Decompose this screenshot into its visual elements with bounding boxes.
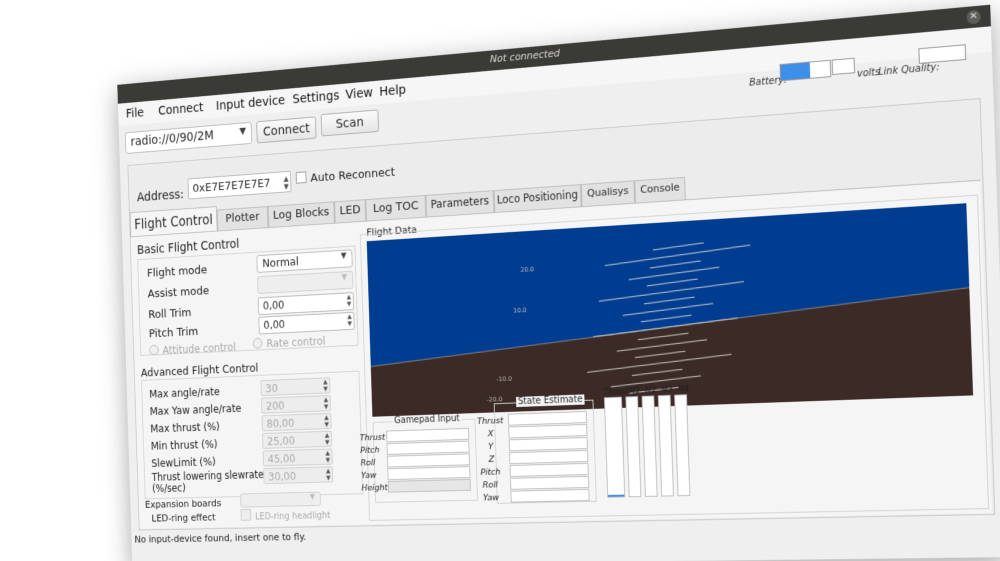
thrust-lowering-value: 30,00 xyxy=(268,470,296,483)
motor-m3-label: M3 xyxy=(661,385,673,395)
led-ring-headlight-checkbox[interactable]: LED-ring headlight xyxy=(241,507,331,522)
state-yaw-label: Yaw xyxy=(483,493,499,503)
state-z-field xyxy=(509,450,588,464)
pitch-label-down10: -10.0 xyxy=(496,375,512,383)
address-label: Address: xyxy=(137,188,184,205)
motor-m4-label: M4 xyxy=(677,385,689,395)
pitch-trim-value: 0,00 xyxy=(263,318,285,331)
thrust-lowering-input[interactable]: 30,00 ▲ ▼ xyxy=(263,466,333,484)
menu-file[interactable]: File xyxy=(126,106,144,121)
slew-limit-value: 45,00 xyxy=(268,452,296,465)
state-roll-field xyxy=(510,476,589,490)
motor-thrust-fill xyxy=(608,495,624,497)
motor-m2-label: M2 xyxy=(645,386,657,396)
gamepad-height-label: Height xyxy=(361,483,387,493)
max-thrust-input[interactable]: 80,00 ▲ ▼ xyxy=(262,413,332,431)
min-thrust-value: 25,00 xyxy=(267,435,295,448)
link-quality-label: Link Quality: xyxy=(878,62,940,78)
chevron-down-icon: ▼ xyxy=(310,493,315,501)
spin-arrows-icon: ▲ ▼ xyxy=(284,175,289,191)
led-ring-effect-label: LED-ring effect xyxy=(151,512,215,525)
gamepad-pitch-label: Pitch xyxy=(360,445,380,455)
motor-thrust-bar xyxy=(604,397,625,498)
spin-arrows-icon: ▲ ▼ xyxy=(347,313,352,328)
volts-label: volts xyxy=(857,67,880,80)
motor-m1-label: M1 xyxy=(629,387,641,397)
auto-reconnect-checkbox[interactable]: Auto Reconnect xyxy=(296,165,396,187)
flight-mode-value: Normal xyxy=(262,254,299,269)
max-angle-input[interactable]: 30 ▲ ▼ xyxy=(260,377,330,396)
uri-select[interactable]: radio://0/90/2M ▼ xyxy=(125,122,252,154)
connect-button[interactable]: Connect xyxy=(256,116,316,143)
link-quality-bar xyxy=(918,44,966,64)
slew-limit-input[interactable]: 45,00 ▲ ▼ xyxy=(263,448,333,466)
auto-reconnect-label: Auto Reconnect xyxy=(310,166,395,186)
battery-fill xyxy=(781,63,811,81)
state-yaw-field xyxy=(510,489,589,503)
menu-settings[interactable]: Settings xyxy=(292,89,339,107)
min-thrust-label: Min thrust (%) xyxy=(151,438,218,452)
menu-connect[interactable]: Connect xyxy=(158,101,204,119)
expansion-boards-label: Expansion boards xyxy=(145,497,221,510)
attitude-control-label: Attitude control xyxy=(162,341,236,357)
pitch-label-up10: 10.0 xyxy=(513,306,527,314)
gamepad-yaw-label: Yaw xyxy=(361,470,377,480)
pitch-trim-label: Pitch Trim xyxy=(149,325,199,340)
gamepad-roll-label: Roll xyxy=(361,458,376,468)
chevron-down-icon: ▼ xyxy=(239,125,246,137)
max-thrust-label: Max thrust (%) xyxy=(150,420,220,435)
state-thrust-label: Thrust xyxy=(477,416,503,427)
expansion-boards-select[interactable]: ▼ xyxy=(240,492,321,508)
min-thrust-input[interactable]: 25,00 ▲ ▼ xyxy=(262,431,332,449)
scan-button[interactable]: Scan xyxy=(321,109,379,136)
state-y-field xyxy=(509,437,588,451)
gamepad-thrust-label: Thrust xyxy=(360,432,386,443)
led-ring-headlight-label: LED-ring headlight xyxy=(255,511,331,522)
state-z-label: Z xyxy=(489,454,495,464)
state-x-label: X xyxy=(488,429,494,439)
state-roll-label: Roll xyxy=(482,480,498,490)
state-pitch-field xyxy=(510,463,589,477)
spin-arrows-icon: ▲ ▼ xyxy=(325,432,330,446)
state-y-label: Y xyxy=(488,442,493,452)
roll-trim-label: Roll Trim xyxy=(148,306,191,321)
max-angle-value: 30 xyxy=(265,382,278,395)
menu-view[interactable]: View xyxy=(345,86,373,103)
max-yaw-value: 200 xyxy=(266,400,285,413)
thrust-lowering-unit: (%/sec) xyxy=(152,482,186,495)
gamepad-height-field xyxy=(388,479,471,493)
main-window: Not connected ✕ File Connect Input devic… xyxy=(117,5,1000,561)
roll-trim-value: 0,00 xyxy=(263,299,285,313)
tab-bar: Flight Control Plotter Log Blocks LED Lo… xyxy=(130,216,131,237)
gamepad-yaw-field xyxy=(387,466,470,480)
chevron-down-icon: ▼ xyxy=(341,273,347,282)
rate-control-label: Rate control xyxy=(266,335,325,350)
spin-arrows-icon: ▲ ▼ xyxy=(326,467,331,481)
menu-help[interactable]: Help xyxy=(379,83,406,100)
gamepad-roll-field xyxy=(387,453,470,467)
spin-arrows-icon: ▲ ▼ xyxy=(324,414,329,428)
max-yaw-input[interactable]: 200 ▲ ▼ xyxy=(261,395,331,414)
spin-arrows-icon: ▲ ▼ xyxy=(347,293,352,308)
rate-control-radio[interactable]: Rate control xyxy=(253,335,326,351)
spin-arrows-icon: ▲ ▼ xyxy=(323,378,328,392)
main-panel: Address: 0xE7E7E7E7E7 ▲ ▼ Auto Reconnect … xyxy=(127,98,995,530)
max-thrust-value: 80,00 xyxy=(266,417,294,430)
spin-arrows-icon: ▲ ▼ xyxy=(325,449,330,463)
address-value: 0xE7E7E7E7E7 xyxy=(192,177,270,196)
flight-control-page: Basic Flight Control Flight mode Normal … xyxy=(130,180,992,529)
address-input[interactable]: 0xE7E7E7E7E7 ▲ ▼ xyxy=(188,171,292,200)
volts-field xyxy=(832,58,855,75)
chevron-down-icon: ▼ xyxy=(341,251,347,260)
battery-bar xyxy=(780,60,832,82)
slew-limit-label: SlewLimit (%) xyxy=(151,456,216,470)
state-pitch-label: Pitch xyxy=(480,467,500,478)
pitch-label-up20: 20.0 xyxy=(520,265,534,273)
uri-value: radio://0/90/2M xyxy=(130,129,214,150)
tab-led[interactable]: LED xyxy=(334,199,366,223)
spin-arrows-icon: ▲ ▼ xyxy=(324,396,329,410)
status-message: No input-device found, insert one to fly… xyxy=(134,531,306,545)
close-icon[interactable]: ✕ xyxy=(966,10,980,25)
menu-input-device[interactable]: Input device xyxy=(216,93,286,113)
